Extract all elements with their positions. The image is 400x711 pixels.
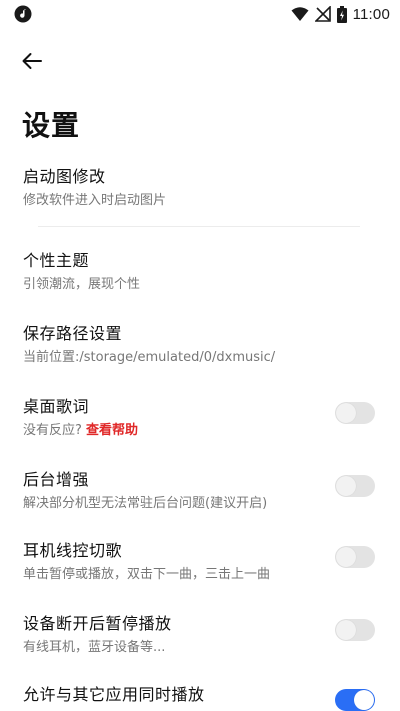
setting-subtitle: 当前位置:/storage/emulated/0/dxmusic/ [23,350,276,365]
setting-subtitle: 单击暂停或播放，双击下一曲，三击上一曲 [23,567,271,582]
toggle-knob [336,620,356,640]
mix-playback-toggle[interactable] [335,689,375,711]
signal-icon [314,6,331,22]
wifi-icon [291,7,309,21]
back-button[interactable] [16,46,48,76]
pause-on-disconnect-toggle[interactable] [335,619,375,641]
setting-title: 启动图修改 [23,167,106,186]
toggle-knob [336,403,356,423]
setting-subtitle: 修改软件进入时启动图片 [23,193,167,208]
status-bar: 11:00 [0,0,400,28]
arrow-left-icon [22,53,42,69]
status-icons: 11:00 [291,4,390,24]
setting-subtitle: 解决部分机型无法常驻后台问题(建议开启) [23,496,268,511]
battery-icon [336,5,347,23]
setting-title: 桌面歌词 [23,397,90,416]
setting-subtitle: 引领潮流，展现个性 [23,277,141,292]
status-time: 11:00 [352,5,390,23]
background-boost-toggle[interactable] [335,475,375,497]
headset-control-toggle[interactable] [335,546,375,568]
setting-subtitle: 有线耳机，蓝牙设备等... [23,640,166,655]
setting-title: 设备断开后暂停播放 [23,614,172,633]
toggle-knob [336,547,356,567]
desktop-lyrics-toggle[interactable] [335,402,375,424]
setting-title: 后台增强 [23,470,90,489]
divider [38,226,360,227]
setting-subtitle-text: 没有反应? [23,423,82,438]
setting-title: 耳机线控切歌 [23,541,123,560]
app-notification-icon [14,5,32,23]
toggle-knob [354,690,374,710]
setting-title: 允许与其它应用同时播放 [23,685,205,704]
setting-title: 个性主题 [23,251,90,270]
setting-subtitle: 没有反应? 查看帮助 [23,419,138,438]
setting-title: 保存路径设置 [23,324,123,343]
page-title: 设置 [22,109,81,142]
view-help-link[interactable]: 查看帮助 [86,423,138,438]
toggle-knob [336,476,356,496]
